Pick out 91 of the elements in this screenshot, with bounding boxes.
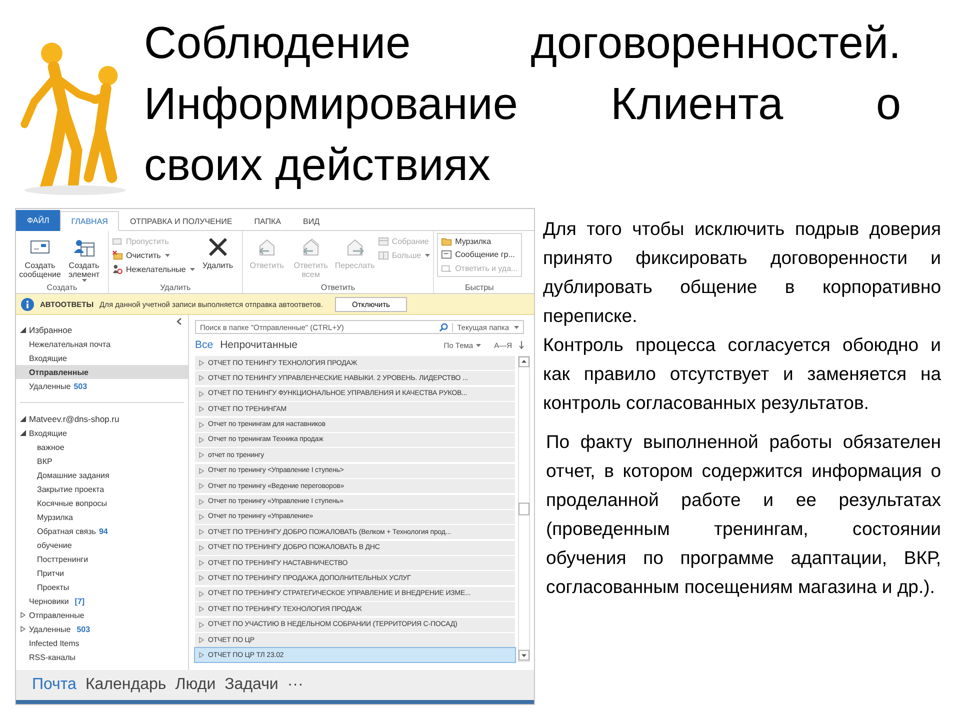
folder-item[interactable]: Удаленные 503 <box>16 622 188 636</box>
search-icon <box>439 322 448 332</box>
expand-arrow-icon <box>199 544 204 551</box>
folder-item[interactable]: обучение <box>16 538 188 552</box>
expand-arrow-icon <box>199 514 204 520</box>
expand-arrow-icon <box>199 360 204 366</box>
ribbon-button[interactable]: Очистить <box>112 248 195 262</box>
ribbon-group-label: Создать <box>46 282 78 293</box>
folder-item[interactable]: Мурзилка <box>16 510 188 524</box>
folder-item[interactable]: Удаленные 503 <box>16 379 188 393</box>
expand-arrow-icon <box>199 375 204 382</box>
caret-icon <box>476 344 482 346</box>
slide-title: Соблюдение договоренностей. Информирование Клиента о своих действиях <box>144 16 901 192</box>
ribbon-tab[interactable]: ОТПРАВКА И ПОЛУЧЕНИЕ <box>118 211 244 231</box>
expand-arrow-icon <box>199 468 204 474</box>
message-icon <box>441 249 452 260</box>
expand-arrow-icon <box>199 606 204 612</box>
folder-item[interactable]: Косячные вопросы <box>16 496 188 510</box>
chevron-left-icon[interactable] <box>176 318 182 325</box>
ribbon-group-label: Быстры <box>464 282 495 293</box>
expand-arrow-icon <box>199 436 204 443</box>
folder-item[interactable]: Входящие <box>16 426 188 440</box>
folder-item[interactable]: Infected Items <box>16 636 188 650</box>
caret-icon <box>514 326 519 328</box>
ribbon-button[interactable]: Удалить <box>196 233 239 282</box>
ribbon-tab[interactable]: ПАПКА <box>243 211 292 231</box>
filter-tab[interactable]: Непрочитанные <box>220 339 298 351</box>
folder-item[interactable]: Отправленные <box>16 365 188 379</box>
folder-item[interactable]: Домашние задания <box>16 468 188 482</box>
folder-icon <box>441 236 452 248</box>
ribbon-button[interactable]: Сообщение гр... <box>441 248 518 262</box>
ribbon-button[interactable]: Создать сообщение <box>19 233 61 282</box>
down-arrow-icon <box>519 341 524 349</box>
expand-arrow-icon <box>199 498 204 505</box>
ribbon-button-label: Ответить всем <box>292 261 329 279</box>
expand-arrow-icon <box>20 626 26 632</box>
folder-item[interactable]: Притчи <box>16 566 188 580</box>
folder-item[interactable]: Обратная связь 94 <box>16 524 188 538</box>
folder-item[interactable]: RSS-каналы <box>16 650 188 664</box>
expand-arrow-icon <box>199 390 204 397</box>
ribbon-group-label: Удалить <box>159 282 192 293</box>
expand-arrow-icon <box>199 422 204 428</box>
info-icon <box>21 298 34 310</box>
ribbon-button-label: Ответить <box>250 261 284 270</box>
body-paragraph: Для того чтобы исключить подрыв доверия принято фиксировать договоренности и дублировать общение в корпоративно переписке. <box>543 217 941 328</box>
folder-item[interactable]: важное <box>16 440 188 454</box>
expand-arrow-icon <box>20 430 26 436</box>
expand-arrow-icon <box>199 406 204 412</box>
folder-item[interactable]: Закрытие проекта <box>16 482 188 496</box>
navigation-link[interactable]: Календарь <box>85 676 166 694</box>
scrollbar[interactable] <box>518 356 530 662</box>
expand-arrow-icon <box>20 416 26 422</box>
folder-item[interactable]: Проекты <box>16 580 188 594</box>
folder-group-header[interactable]: Избранное <box>16 323 188 337</box>
ribbon-group-label: Ответить <box>320 282 356 293</box>
filter-tab[interactable]: Все <box>195 339 214 351</box>
expand-arrow-icon <box>199 622 204 628</box>
expand-arrow-icon <box>199 560 204 566</box>
body-paragraph: Контроль процесса согласуется обоюдно и как правило отсутствует и заменяется на контроль согласованных результатов. <box>543 333 941 415</box>
ribbon-button[interactable]: Создать элемент <box>63 233 105 282</box>
more-button[interactable]: ··· <box>287 676 304 694</box>
ribbon-tab[interactable]: ФАЙЛ <box>16 210 60 231</box>
ribbon-tab[interactable]: ВИД <box>292 211 330 231</box>
body-paragraph: По факту выполненной работы обязателен отчет, в котором содержится информация о проделанной работе и ее результатах (проведенным тренингам, состоянии обучения по программе адаптации, ВКР, согласованным посещениям магазина и др.). <box>546 430 941 599</box>
expand-arrow-icon <box>199 637 204 644</box>
navigation-link[interactable]: Задачи <box>224 676 278 694</box>
folder-item[interactable]: Нежелательная почта <box>16 337 188 351</box>
folder-item[interactable]: Отправленные <box>16 608 188 622</box>
expand-arrow-icon <box>20 327 26 333</box>
expand-arrow-icon <box>199 652 204 658</box>
ribbon-button-label: Создать элемент <box>67 261 101 279</box>
junk-person-icon <box>112 264 123 274</box>
account-header[interactable]: Matveev.r@dns-shop.ru <box>16 412 188 426</box>
expand-arrow-icon <box>199 483 204 490</box>
folder-item[interactable]: ВКР <box>16 454 188 468</box>
folder-item[interactable]: Входящие <box>16 351 188 365</box>
ribbon-button[interactable]: Мурзилка <box>441 235 518 248</box>
ribbon-button-label: Переслать <box>334 261 375 270</box>
navigation-link[interactable]: Люди <box>175 676 216 694</box>
navigation-link[interactable]: Почта <box>32 676 76 694</box>
folder-item[interactable]: Черновики [7] <box>16 594 188 608</box>
expand-arrow-icon <box>199 575 204 582</box>
ribbon-button-label: Удалить <box>202 261 234 270</box>
expand-arrow-icon <box>20 612 26 618</box>
expand-arrow-icon <box>199 452 204 458</box>
folder-item[interactable]: Посттренинги <box>16 552 188 566</box>
expand-arrow-icon <box>199 590 204 597</box>
expand-arrow-icon <box>199 529 204 536</box>
ribbon-tab[interactable]: ГЛАВНАЯ <box>60 211 119 231</box>
ribbon-button[interactable]: Нежелательные <box>112 262 195 276</box>
ribbon-button-label: Создать сообщение <box>19 261 61 279</box>
